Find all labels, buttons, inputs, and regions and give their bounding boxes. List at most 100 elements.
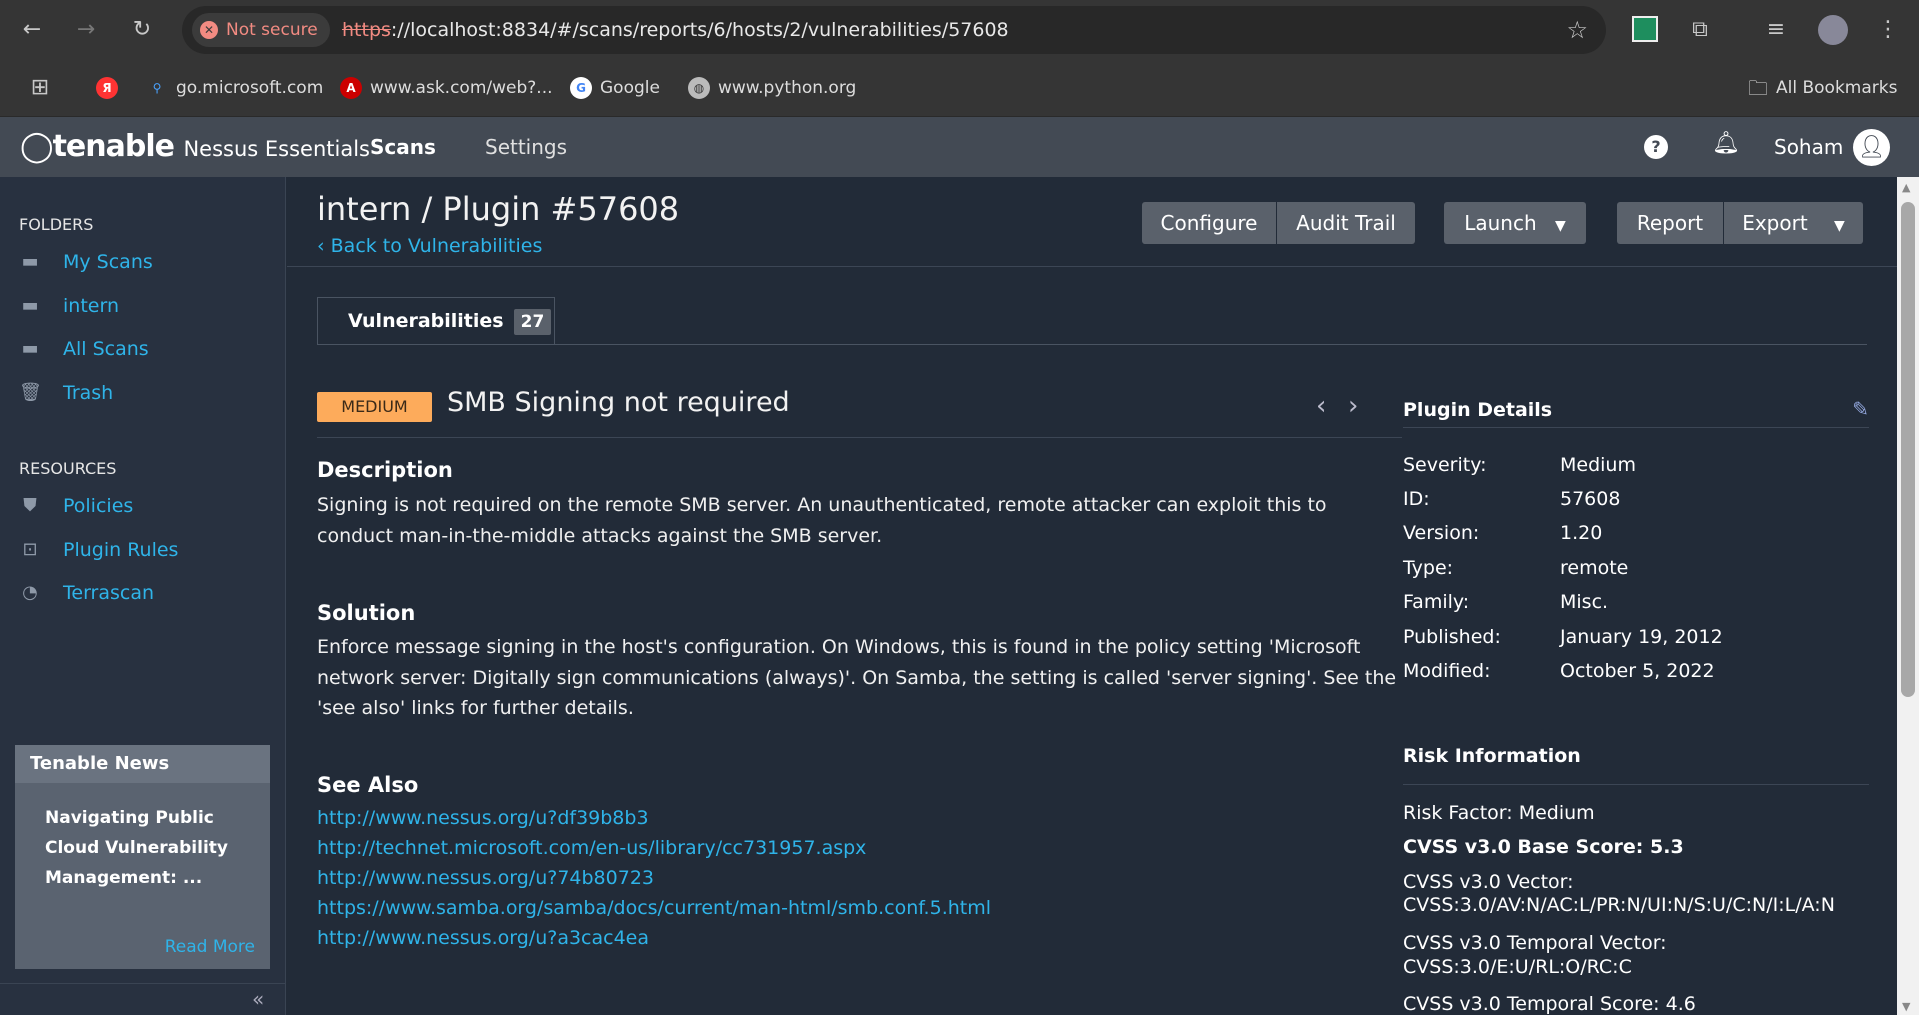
detail-row: Published: January 19, 2012 bbox=[1403, 626, 1723, 648]
not-secure-icon: ✕ bbox=[200, 21, 218, 39]
bookmark-item[interactable]: ◍ www.python.org bbox=[688, 72, 856, 104]
bookmarks-bar: ⊞ Я ⚲ go.microsoft.com Awww.ask.com/web?.… bbox=[0, 59, 1919, 117]
detail-row: Type: remote bbox=[1403, 557, 1629, 579]
see-also-link[interactable]: http://www.nessus.org/u?a3cac4ea bbox=[317, 927, 649, 949]
sidebar-item-policies[interactable]: ⛊ Policies bbox=[19, 491, 133, 521]
cvss-temporal-vector-label: CVSS v3.0 Temporal Vector: bbox=[1403, 932, 1667, 954]
folder-icon: ▬ bbox=[21, 338, 39, 359]
detail-row: Version: 1.20 bbox=[1403, 522, 1603, 544]
user-avatar-icon[interactable]: 👤︎ bbox=[1853, 129, 1890, 166]
not-secure-chip[interactable]: ✕ Not secure bbox=[192, 13, 330, 47]
forward-arrow-icon[interactable]: → bbox=[70, 14, 102, 46]
bookmark-item[interactable]: ⚲ go.microsoft.com bbox=[146, 72, 324, 104]
sidebar-item-plugin-rules[interactable]: ⊡ Plugin Rules bbox=[19, 535, 178, 565]
vulnerability-title: SMB Signing not required bbox=[447, 387, 790, 418]
shield-icon: ⛊ bbox=[23, 495, 37, 516]
bookmark-item[interactable]: G Google bbox=[570, 72, 660, 104]
cvss-base-score: CVSS v3.0 Base Score: 5.3 bbox=[1403, 836, 1684, 858]
divider bbox=[1403, 427, 1869, 428]
folder-icon: ▬ bbox=[21, 251, 39, 272]
back-to-vulnerabilities-link[interactable]: ‹ Back to Vulnerabilities bbox=[317, 235, 542, 257]
chevron-right-icon[interactable]: › bbox=[1348, 391, 1358, 421]
configure-button[interactable]: Configure bbox=[1142, 202, 1276, 244]
chevron-left-icon[interactable]: ‹ bbox=[1316, 391, 1326, 421]
address-bar[interactable]: ✕ Not secure https://localhost:8834/#/sca… bbox=[182, 6, 1606, 54]
menu-dots-icon[interactable]: ⋮ bbox=[1872, 14, 1904, 46]
scrollbar[interactable]: ▲ ▼ bbox=[1897, 177, 1919, 1015]
tenable-news-panel: Tenable News Navigating Public Cloud Vul… bbox=[15, 745, 270, 969]
audit-trail-button[interactable]: Audit Trail bbox=[1277, 202, 1415, 244]
cvss-vector-label: CVSS v3.0 Vector: bbox=[1403, 871, 1574, 893]
divider bbox=[1403, 784, 1869, 785]
collapse-sidebar-icon[interactable]: « bbox=[252, 987, 264, 1011]
trash-icon: 🗑︎ bbox=[19, 382, 42, 403]
bookmark-yandex[interactable]: Я bbox=[96, 72, 118, 104]
tenable-logo[interactable]: ◯tenable Nessus Essentials bbox=[20, 129, 370, 164]
detail-row: ID: 57608 bbox=[1403, 488, 1621, 510]
media-icon[interactable]: ≡ bbox=[1760, 14, 1792, 46]
cvss-temporal-vector: CVSS:3.0/E:U/RL:O/RC:C bbox=[1403, 956, 1632, 978]
divider bbox=[317, 437, 1402, 438]
sidebar-item-trash[interactable]: 🗑︎ Trash bbox=[19, 378, 113, 408]
solution-text: Enforce message signing in the host's co… bbox=[317, 636, 1397, 719]
url-text[interactable]: https://localhost:8834/#/scans/reports/6… bbox=[342, 6, 1009, 54]
bookmark-item[interactable]: Awww.ask.com/web?... bbox=[340, 72, 553, 104]
sidebar-item-intern[interactable]: ▬ intern bbox=[19, 291, 119, 321]
risk-information-heading: Risk Information bbox=[1403, 745, 1581, 767]
plugin-details-heading: Plugin Details bbox=[1403, 399, 1553, 421]
main-content: intern / Plugin #57608 ‹ Back to Vulnera… bbox=[287, 177, 1897, 1015]
see-also-link[interactable]: http://www.nessus.org/u?df39b8b3 bbox=[317, 807, 649, 829]
see-also-link[interactable]: http://technet.microsoft.com/en-us/libra… bbox=[317, 837, 866, 859]
scrollbar-thumb[interactable] bbox=[1901, 202, 1915, 697]
star-icon[interactable]: ☆ bbox=[1566, 16, 1588, 44]
back-arrow-icon[interactable]: ← bbox=[16, 14, 48, 46]
news-headline[interactable]: Navigating Public Cloud Vulnerability Ma… bbox=[15, 783, 270, 913]
scroll-down-icon[interactable]: ▼ bbox=[1902, 1000, 1910, 1013]
folder-icon: ▬ bbox=[21, 295, 39, 316]
description-text: Signing is not required on the remote SM… bbox=[317, 494, 1327, 547]
tab-vulnerabilities[interactable]: Vulnerabilities 27 bbox=[317, 297, 555, 344]
yandex-icon: Я bbox=[96, 77, 118, 99]
nav-settings[interactable]: Settings bbox=[485, 117, 567, 177]
sidebar-item-my-scans[interactable]: ▬ My Scans bbox=[19, 247, 152, 277]
app-header: ◯tenable Nessus Essentials Scans Setting… bbox=[0, 117, 1919, 177]
nav-scans[interactable]: Scans bbox=[370, 117, 436, 177]
scroll-up-icon[interactable]: ▲ bbox=[1902, 181, 1910, 194]
help-icon[interactable]: ? bbox=[1644, 135, 1668, 159]
user-name[interactable]: Soham bbox=[1774, 117, 1843, 177]
divider bbox=[0, 983, 285, 984]
folders-heading: FOLDERS bbox=[19, 215, 94, 234]
page-title: intern / Plugin #57608 bbox=[317, 190, 680, 228]
profile-avatar[interactable] bbox=[1818, 15, 1848, 45]
resources-heading: RESOURCES bbox=[19, 459, 117, 478]
plug-icon: ⊡ bbox=[22, 539, 38, 560]
sidebar: FOLDERS ▬ My Scans ▬ intern ▬ All Scans 🗑︎ T… bbox=[0, 177, 286, 1015]
puzzle-icon[interactable]: ⧉ bbox=[1684, 14, 1716, 46]
sidebar-item-all-scans[interactable]: ▬ All Scans bbox=[19, 334, 148, 364]
google-icon: G bbox=[570, 77, 592, 99]
folder-icon: 🗀 bbox=[1748, 76, 1768, 100]
plugin-details-panel: Plugin Details ✎ Severity: Medium ID: 5760… bbox=[1403, 177, 1869, 1015]
news-title: Tenable News bbox=[15, 745, 270, 783]
description-heading: Description bbox=[317, 458, 453, 482]
see-also-heading: See Also bbox=[317, 773, 419, 797]
read-more-link[interactable]: Read More bbox=[165, 937, 255, 957]
solution-heading: Solution bbox=[317, 601, 416, 625]
count-badge: 27 bbox=[513, 309, 552, 335]
browser-toolbar: ← → ↻ ✕ Not secure https://localhost:8834… bbox=[0, 0, 1919, 59]
detail-row: Modified: October 5, 2022 bbox=[1403, 660, 1715, 682]
detail-row: Family: Misc. bbox=[1403, 591, 1609, 613]
risk-factor: Risk Factor: Medium bbox=[1403, 802, 1595, 824]
apps-grid-icon[interactable]: ⊞ bbox=[24, 72, 56, 104]
pencil-icon[interactable]: ✎ bbox=[1852, 397, 1869, 421]
bell-icon[interactable]: 🔔︎ bbox=[1712, 131, 1740, 156]
severity-badge: MEDIUM bbox=[317, 392, 432, 422]
see-also-link[interactable]: https://www.samba.org/samba/docs/current… bbox=[317, 897, 991, 919]
extension-icon[interactable] bbox=[1632, 16, 1658, 42]
search-icon: ⚲ bbox=[152, 81, 162, 95]
sidebar-item-terrascan[interactable]: ◔ Terrascan bbox=[19, 578, 154, 608]
see-also-link[interactable]: http://www.nessus.org/u?74b80723 bbox=[317, 867, 654, 889]
reload-icon[interactable]: ↻ bbox=[126, 14, 158, 46]
all-bookmarks[interactable]: 🗀 All Bookmarks bbox=[1748, 72, 1897, 104]
cvss-temporal-score: CVSS v3.0 Temporal Score: 4.6 bbox=[1403, 993, 1696, 1015]
